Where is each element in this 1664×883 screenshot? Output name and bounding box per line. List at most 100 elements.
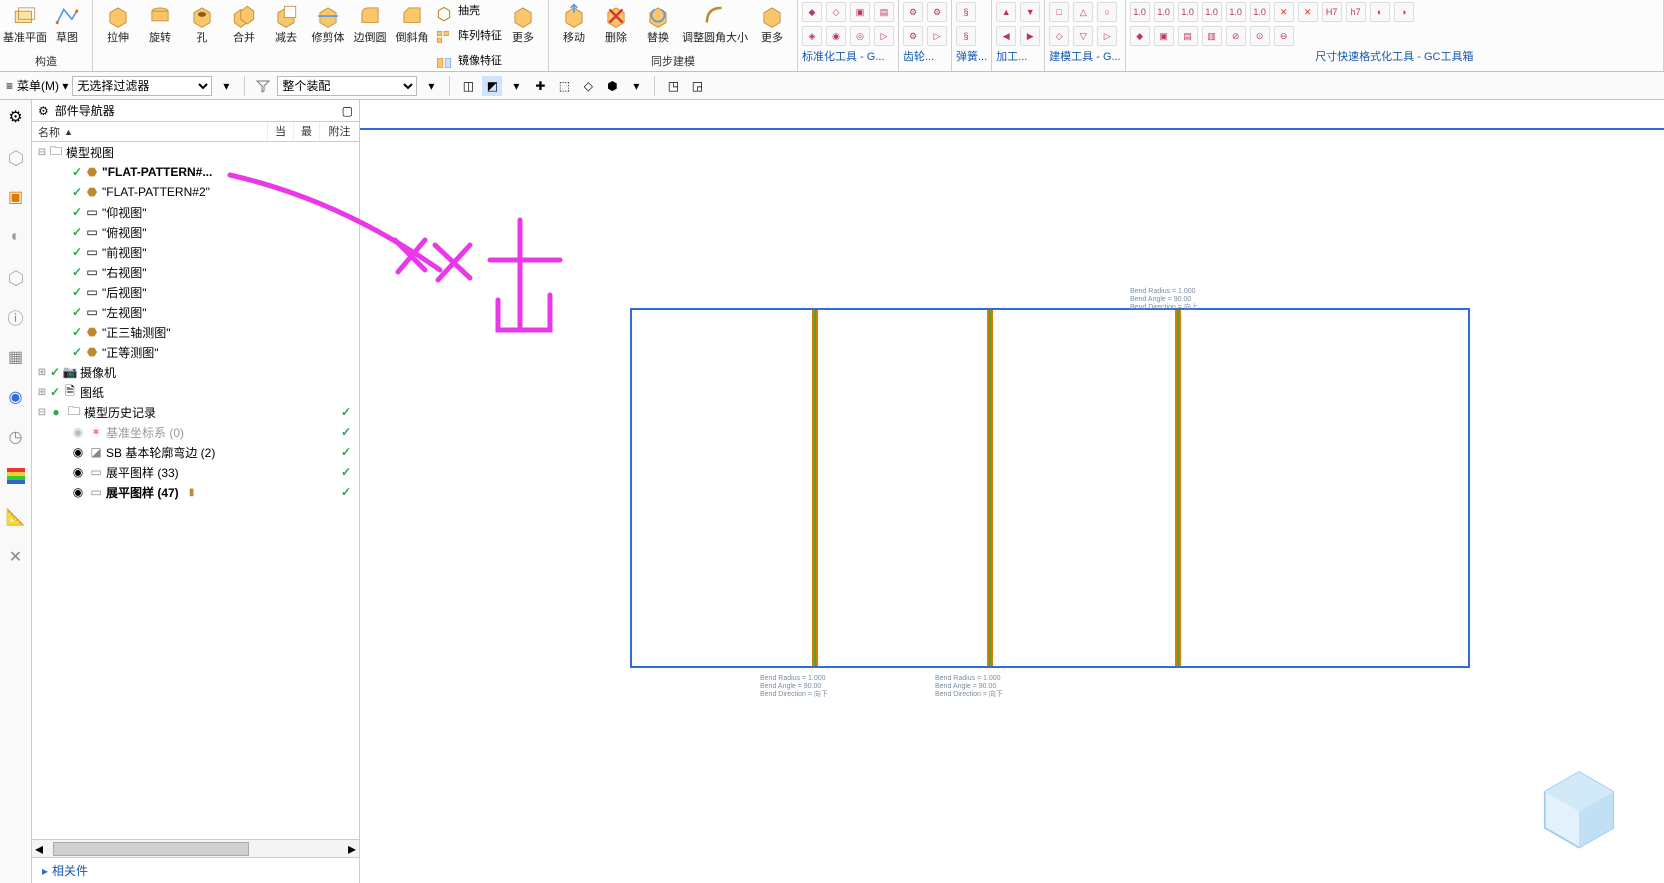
dim-icon[interactable]: h7 — [1346, 2, 1366, 22]
model-icon[interactable]: ○ — [1097, 2, 1117, 22]
model-icon[interactable]: ◇ — [1049, 26, 1069, 46]
eye-icon[interactable]: ◉ — [70, 484, 86, 500]
col-name-header[interactable]: 名称▲ — [32, 122, 267, 141]
gear-icon[interactable]: ⚙ — [5, 106, 27, 128]
dim-icon[interactable]: ◐ — [1370, 2, 1390, 22]
globe-icon[interactable]: ◉ — [5, 386, 27, 408]
gear-icon[interactable]: ⚙ — [38, 104, 49, 118]
edgeblend-button[interactable]: 边倒圆 — [349, 0, 391, 44]
tree-model-views[interactable]: ⊟🗀模型视图 — [32, 142, 359, 162]
dim-icon[interactable]: 1.0 — [1178, 2, 1198, 22]
tool-model-label[interactable]: 建模工具 - G... — [1049, 48, 1121, 64]
std-icon[interactable]: ◆ — [802, 2, 822, 22]
toolbar-icon[interactable]: ⬚ — [554, 76, 574, 96]
spring-icon[interactable]: § — [956, 26, 976, 46]
info-icon[interactable]: ⓘ — [5, 306, 27, 328]
hole-button[interactable]: 孔 — [181, 0, 223, 44]
extrude-button[interactable]: 拉伸 — [97, 0, 139, 44]
dim-icon[interactable]: ◑ — [1394, 2, 1414, 22]
std-icon[interactable]: ◉ — [826, 26, 846, 46]
shell-button[interactable] — [433, 2, 455, 24]
std-icon[interactable]: ◇ — [826, 2, 846, 22]
maximize-icon[interactable]: ▢ — [342, 104, 353, 118]
delete-button[interactable]: 删除 — [595, 0, 637, 44]
spring-icon[interactable]: § — [956, 2, 976, 22]
tool-icon[interactable]: ✕ — [5, 546, 27, 568]
tree-flat33[interactable]: ◉▭展平图样 (33)✓ — [32, 462, 359, 482]
tool-machining-label[interactable]: 加工... — [996, 48, 1040, 64]
clock-icon[interactable]: ◷ — [5, 426, 27, 448]
toolbar-icon-active[interactable]: ◩ — [482, 76, 502, 96]
tree-drawings[interactable]: ⊞✓🗎图纸 — [32, 382, 359, 402]
model-icon[interactable]: ▽ — [1073, 26, 1093, 46]
eye-icon[interactable]: ◉ — [70, 424, 86, 440]
gear-icon[interactable]: ⚙ — [903, 2, 923, 22]
palette-icon[interactable] — [5, 466, 27, 488]
eye-icon[interactable]: ◉ — [70, 444, 86, 460]
model-icon[interactable]: □ — [1049, 2, 1069, 22]
dim-icon[interactable]: ⊘ — [1226, 26, 1246, 46]
gear-icon[interactable]: ▷ — [927, 26, 947, 46]
gear-icon[interactable]: ⚙ — [927, 2, 947, 22]
col-max-header[interactable]: 最 — [293, 122, 319, 141]
tree-flat47[interactable]: ◉▭展平图样 (47)▮✓ — [32, 482, 359, 502]
mach-icon[interactable]: ▼ — [1020, 2, 1040, 22]
model-icon[interactable]: ▷ — [1097, 26, 1117, 46]
trim-button[interactable]: 修剪体 — [307, 0, 349, 44]
toolbar-icon[interactable]: ⬢ — [602, 76, 622, 96]
unite-button[interactable]: 合并 — [223, 0, 265, 44]
replace-button[interactable]: 替换 — [637, 0, 679, 44]
dim-icon[interactable]: ✕ — [1274, 2, 1294, 22]
dim-icon[interactable]: 1.0 — [1250, 2, 1270, 22]
mirror-button[interactable] — [433, 52, 455, 74]
col-note-header[interactable]: 附注 — [319, 122, 359, 141]
calendar-icon[interactable]: ▦ — [5, 346, 27, 368]
filter-select[interactable]: 无选择过滤器 — [72, 76, 212, 96]
toolbar-icon[interactable]: ◳ — [663, 76, 683, 96]
move-button[interactable]: 移动 — [553, 0, 595, 44]
model-icon[interactable]: △ — [1073, 2, 1093, 22]
toolbar-icon[interactable]: ▾ — [506, 76, 526, 96]
resize-button[interactable]: 调整圆角大小 — [679, 0, 751, 44]
tool-gear-label[interactable]: 齿轮... — [903, 48, 947, 64]
funnel-icon[interactable] — [253, 76, 273, 96]
toolbar-icon[interactable]: ◇ — [578, 76, 598, 96]
assy-dd-icon[interactable]: ▾ — [421, 76, 441, 96]
tree-datum[interactable]: ◉✶基准坐标系 (0)✓ — [32, 422, 359, 442]
hamburger-icon[interactable]: ≡ — [6, 79, 13, 93]
col-cur-header[interactable]: 当 — [267, 122, 293, 141]
toolbar-icon[interactable]: ◲ — [687, 76, 707, 96]
tool-spring-label[interactable]: 弹簧... — [956, 48, 987, 64]
std-icon[interactable]: ▷ — [874, 26, 894, 46]
more1-button[interactable]: 更多 — [502, 0, 544, 44]
dim-icon[interactable]: ✕ — [1298, 2, 1318, 22]
dim-icon[interactable]: ⊙ — [1250, 26, 1270, 46]
dim-icon[interactable]: ◆ — [1130, 26, 1150, 46]
gear-icon[interactable]: ⚙ — [903, 26, 923, 46]
dim-icon[interactable]: 1.0 — [1226, 2, 1246, 22]
pattern-button[interactable] — [433, 27, 455, 49]
dim-icon[interactable]: H7 — [1322, 2, 1342, 22]
more2-button[interactable]: 更多 — [751, 0, 793, 44]
canvas[interactable]: Bend Radius = 1.000Bend Angle = 90.00Ben… — [360, 100, 1664, 883]
dim-icon[interactable]: ▥ — [1202, 26, 1222, 46]
tree-history[interactable]: ⊟●🗀模型历史记录✓ — [32, 402, 359, 422]
tree-contour[interactable]: ◉◪SB 基本轮廓弯边 (2)✓ — [32, 442, 359, 462]
std-icon[interactable]: ◈ — [802, 26, 822, 46]
dim-icon[interactable]: 1.0 — [1130, 2, 1150, 22]
dim-icon[interactable]: ▤ — [1178, 26, 1198, 46]
toolbar-icon[interactable]: ▾ — [626, 76, 646, 96]
filter-icon[interactable]: ▾ — [216, 76, 236, 96]
navigator-scrollbar[interactable]: ◂▸ — [32, 839, 359, 857]
measure-icon[interactable]: 📐 — [5, 506, 27, 528]
dim-icon[interactable]: 1.0 — [1202, 2, 1222, 22]
chamfer-button[interactable]: 倒斜角 — [391, 0, 433, 44]
dim-icon[interactable]: 1.0 — [1154, 2, 1174, 22]
camera-icon[interactable]: ▣ — [5, 186, 27, 208]
subtract-button[interactable]: 减去 — [265, 0, 307, 44]
box-icon[interactable] — [5, 266, 27, 288]
navigator-footer[interactable]: ▸相关件 — [32, 857, 359, 883]
flat-pattern-sheet[interactable] — [630, 308, 1470, 668]
sketch-button[interactable]: 草图 — [46, 0, 88, 44]
toolbar-icon[interactable]: ✚ — [530, 76, 550, 96]
